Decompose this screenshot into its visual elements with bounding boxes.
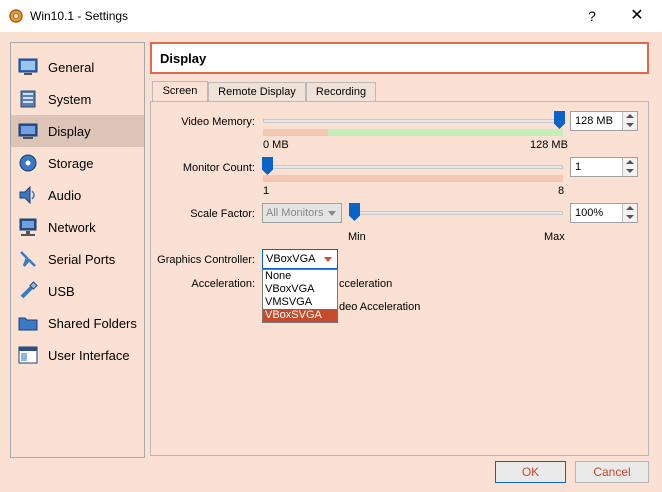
scale-factor-spinbox[interactable]: 100% [570, 203, 638, 223]
video-memory-spin-buttons[interactable] [622, 112, 637, 130]
acceleration-label: Acceleration: [191, 278, 255, 290]
graphics-controller-dropdown: None VBoxVGA VMSVGA VBoxSVGA [262, 269, 338, 323]
monitor-count-slider-track[interactable] [263, 165, 563, 169]
sidebar-item-storage[interactable]: Storage [11, 147, 144, 179]
video-memory-range-ok [328, 129, 563, 136]
dropdown-option-vboxvga[interactable]: VBoxVGA [263, 283, 337, 296]
sidebar-item-label: User Interface [48, 348, 130, 363]
sidebar-item-usb[interactable]: USB [11, 275, 144, 307]
sidebar-item-display[interactable]: Display [11, 115, 144, 147]
settings-dialog: General System Display Storage Audio Net… [0, 32, 662, 492]
storage-icon [19, 154, 37, 172]
spin-down-icon[interactable] [626, 215, 634, 219]
sidebar-item-system[interactable]: System [11, 83, 144, 115]
serial-ports-icon [20, 251, 36, 267]
sidebar-item-label: General [48, 60, 95, 75]
page-title: Display [160, 51, 207, 66]
graphics-controller-combo[interactable]: VBoxVGA [262, 249, 338, 269]
sidebar-item-audio[interactable]: Audio [11, 179, 144, 211]
graphics-controller-value: VBoxVGA [266, 253, 316, 265]
spin-down-icon[interactable] [626, 123, 634, 127]
video-memory-slider-track[interactable] [263, 119, 563, 123]
tab-recording[interactable]: Recording [306, 82, 376, 101]
spin-up-icon[interactable] [626, 206, 634, 210]
monitor-count-spinbox[interactable]: 1 [570, 157, 638, 177]
usb-icon [20, 281, 38, 299]
monitor-count-max-label: 8 [558, 185, 565, 197]
title-bar: Win10.1 - Settings ? ✕ [0, 0, 662, 32]
sidebar-item-serial-ports[interactable]: Serial Ports [11, 243, 144, 275]
page-header: Display [150, 42, 649, 74]
video-memory-range-low [263, 129, 328, 136]
spin-up-icon[interactable] [626, 160, 634, 164]
sidebar: General System Display Storage Audio Net… [10, 42, 145, 458]
monitor-count-min-label: 1 [263, 185, 270, 197]
display-icon [18, 123, 38, 139]
chevron-down-icon [324, 257, 332, 262]
close-button[interactable]: ✕ [622, 6, 652, 26]
network-icon [19, 218, 37, 236]
help-button[interactable]: ? [578, 6, 606, 26]
monitor-count-value: 1 [575, 161, 582, 173]
monitor-count-range [263, 175, 563, 182]
video-memory-value: 128 MB [575, 115, 613, 127]
scale-monitor-value: All Monitors [266, 207, 324, 219]
video-memory-label: Video Memory: [181, 116, 255, 128]
spin-down-icon[interactable] [626, 169, 634, 173]
chevron-down-icon [328, 211, 336, 216]
graphics-controller-label: Graphics Controller: [157, 254, 255, 266]
sidebar-item-label: System [48, 92, 92, 107]
sidebar-item-label: Network [48, 220, 96, 235]
video-memory-max-label: 128 MB [530, 139, 568, 151]
virtualbox-gear-icon [9, 9, 23, 23]
sidebar-item-label: Audio [48, 188, 82, 203]
cancel-button[interactable]: Cancel [575, 461, 649, 483]
video-memory-spinbox[interactable]: 128 MB [570, 111, 638, 131]
dropdown-option-vboxsvga[interactable]: VBoxSVGA [263, 309, 337, 322]
sidebar-item-label: Display [48, 124, 91, 139]
video-memory-min-label: 0 MB [263, 139, 289, 151]
sidebar-item-shared-folders[interactable]: Shared Folders [11, 307, 144, 339]
sidebar-item-label: Storage [48, 156, 94, 171]
scale-factor-min-label: Min [348, 231, 366, 243]
general-icon [18, 58, 38, 75]
sidebar-item-network[interactable]: Network [11, 211, 144, 243]
tab-remote-display[interactable]: Remote Display [208, 82, 306, 101]
spin-up-icon[interactable] [626, 114, 634, 118]
system-icon [20, 90, 36, 108]
monitor-count-label: Monitor Count: [182, 162, 255, 174]
sidebar-item-label: Serial Ports [48, 252, 116, 267]
scale-factor-label: Scale Factor: [190, 208, 255, 220]
acceleration-option-3d-text[interactable]: cceleration [339, 278, 392, 290]
window-title: Win10.1 - Settings [30, 9, 129, 23]
scale-monitor-combo[interactable]: All Monitors [262, 203, 342, 223]
acceleration-option-2d-text[interactable]: deo Acceleration [339, 301, 420, 313]
sidebar-item-label: Shared Folders [48, 316, 137, 331]
sidebar-item-general[interactable]: General [11, 51, 144, 83]
monitor-count-spin-buttons[interactable] [622, 158, 637, 176]
ok-button[interactable]: OK [495, 461, 566, 483]
user-interface-icon [18, 346, 38, 364]
sidebar-item-user-interface[interactable]: User Interface [11, 339, 144, 371]
scale-factor-value: 100% [575, 207, 604, 219]
scale-factor-max-label: Max [544, 231, 565, 243]
sidebar-item-label: USB [48, 284, 75, 299]
scale-factor-spin-buttons[interactable] [622, 204, 637, 222]
dropdown-option-vmsvga[interactable]: VMSVGA [263, 296, 337, 309]
shared-folders-icon [18, 317, 38, 331]
audio-icon [19, 185, 35, 205]
scale-factor-slider-track[interactable] [350, 211, 563, 215]
tab-screen[interactable]: Screen [152, 81, 208, 102]
dropdown-option-none[interactable]: None [263, 270, 337, 283]
